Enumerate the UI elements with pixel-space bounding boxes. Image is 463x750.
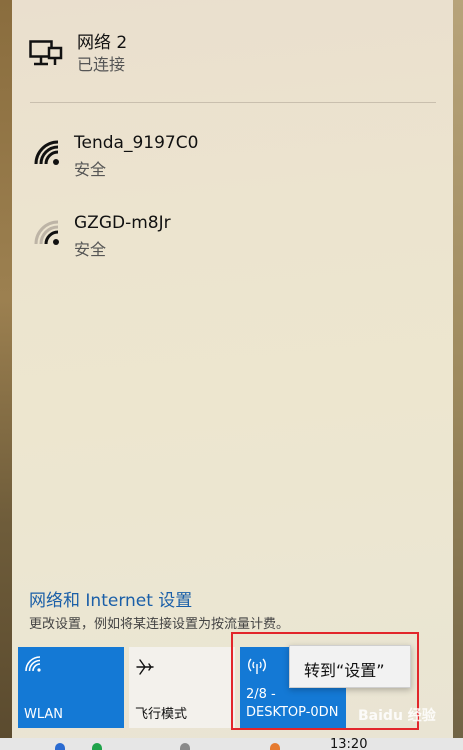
network-status: 安全: [74, 240, 107, 259]
network-settings-description: 更改设置，例如将某连接设置为按流量计费。: [29, 617, 290, 632]
wlan-tile[interactable]: WLAN: [18, 647, 124, 728]
taskbar-clock[interactable]: 13:20: [330, 737, 367, 750]
airplane-icon: [136, 659, 154, 675]
taskbar-app-icon[interactable]: [55, 743, 65, 750]
wifi-strong-icon: [34, 140, 59, 165]
airplane-mode-label: 飞行模式: [135, 707, 188, 722]
network-item-tenda[interactable]: Tenda_9197C0 安全: [12, 128, 453, 198]
network-status: 安全: [74, 160, 107, 179]
wifi-weak-icon: [34, 220, 59, 245]
network-status: 已连接: [77, 55, 126, 74]
baidu-watermark: Baidu 经验: [358, 708, 436, 724]
network-item-gzgd[interactable]: GZGD-m8Jr 安全: [12, 208, 453, 278]
network-name: 网络 2: [77, 33, 128, 53]
divider: [30, 102, 436, 103]
desktop-wallpaper-left: [0, 0, 12, 750]
network-name: GZGD-m8Jr: [74, 213, 171, 233]
taskbar-app-icon[interactable]: [270, 743, 280, 750]
network-flyout: 网络 2 已连接 Tenda_9197C0 安全 GZGD-m8Jr 安全 网络…: [12, 0, 453, 738]
taskbar-app-icon[interactable]: [92, 743, 102, 750]
airplane-mode-tile[interactable]: 飞行模式: [129, 647, 235, 728]
ethernet-icon: [29, 40, 63, 66]
desktop-wallpaper-right: [453, 0, 463, 750]
taskbar-app-icon[interactable]: [180, 743, 190, 750]
network-settings-link[interactable]: 网络和 Internet 设置: [29, 586, 192, 611]
taskbar: [0, 738, 463, 750]
network-name: Tenda_9197C0: [74, 133, 199, 153]
network-item-ethernet[interactable]: 网络 2 已连接: [12, 22, 453, 92]
wlan-tile-label: WLAN: [24, 707, 64, 722]
wifi-icon: [25, 656, 41, 672]
